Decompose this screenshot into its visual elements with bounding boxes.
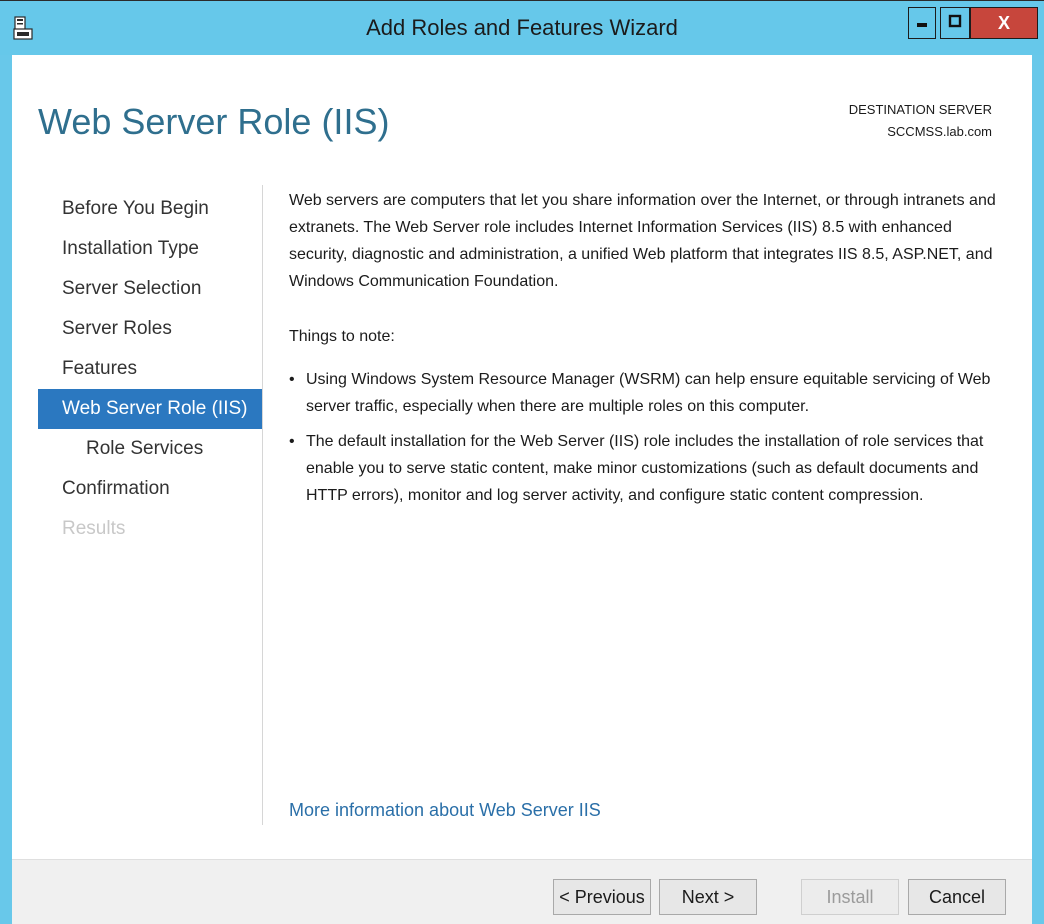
wizard-client-area: Web Server Role (IIS) DESTINATION SERVER…	[12, 55, 1032, 924]
minimize-button[interactable]	[908, 7, 936, 39]
list-item: • The default installation for the Web S…	[289, 428, 1009, 509]
more-info-link[interactable]: More information about Web Server IIS	[289, 800, 601, 821]
list-item: • Using Windows System Resource Manager …	[289, 366, 1009, 420]
wizard-footer: < Previous Next > Install Cancel	[12, 859, 1032, 924]
things-to-note-heading: Things to note:	[289, 328, 395, 345]
minimize-icon	[915, 14, 929, 33]
close-icon: X	[997, 12, 1010, 33]
intro-paragraph: Web servers are computers that let you s…	[289, 192, 996, 290]
nav-item-server-roles[interactable]: Server Roles	[38, 309, 262, 349]
cancel-button[interactable]: Cancel	[908, 879, 1006, 915]
wizard-step-nav: Before You Begin Installation Type Serve…	[38, 189, 262, 549]
nav-item-web-server-role[interactable]: Web Server Role (IIS)	[38, 389, 262, 429]
next-button[interactable]: Next >	[659, 879, 757, 915]
page-title: Web Server Role (IIS)	[38, 101, 390, 142]
bullet-glyph: •	[289, 371, 295, 388]
window-title: Add Roles and Features Wizard	[366, 15, 678, 40]
install-button: Install	[801, 879, 899, 915]
role-description: Web servers are computers that let you s…	[289, 187, 1009, 517]
destination-server-name: SCCMSS.lab.com	[887, 124, 992, 139]
nav-item-before-you-begin[interactable]: Before You Begin	[38, 189, 262, 229]
nav-item-results: Results	[62, 518, 126, 539]
previous-button[interactable]: < Previous	[553, 879, 651, 915]
destination-server-info: DESTINATION SERVER SCCMSS.lab.com	[849, 99, 992, 143]
nav-item-server-selection[interactable]: Server Selection	[38, 269, 262, 309]
notes-list: • Using Windows System Resource Manager …	[289, 366, 1009, 509]
nav-divider	[262, 185, 263, 825]
title-bar[interactable]: Add Roles and Features Wizard X	[0, 1, 1044, 55]
wizard-window: Add Roles and Features Wizard X Web Serv…	[0, 0, 1044, 924]
nav-item-confirmation[interactable]: Confirmation	[38, 469, 262, 509]
note-text-default-install: The default installation for the Web Ser…	[306, 433, 984, 504]
note-text-wsrm: Using Windows System Resource Manager (W…	[306, 371, 991, 415]
nav-item-role-services[interactable]: Role Services	[38, 429, 262, 469]
nav-item-features[interactable]: Features	[38, 349, 262, 389]
maximize-icon	[948, 14, 962, 33]
bullet-glyph: •	[289, 433, 295, 450]
nav-item-installation-type[interactable]: Installation Type	[38, 229, 262, 269]
close-button[interactable]: X	[970, 7, 1038, 39]
maximize-button[interactable]	[940, 7, 970, 39]
destination-server-label: DESTINATION SERVER	[848, 102, 992, 117]
